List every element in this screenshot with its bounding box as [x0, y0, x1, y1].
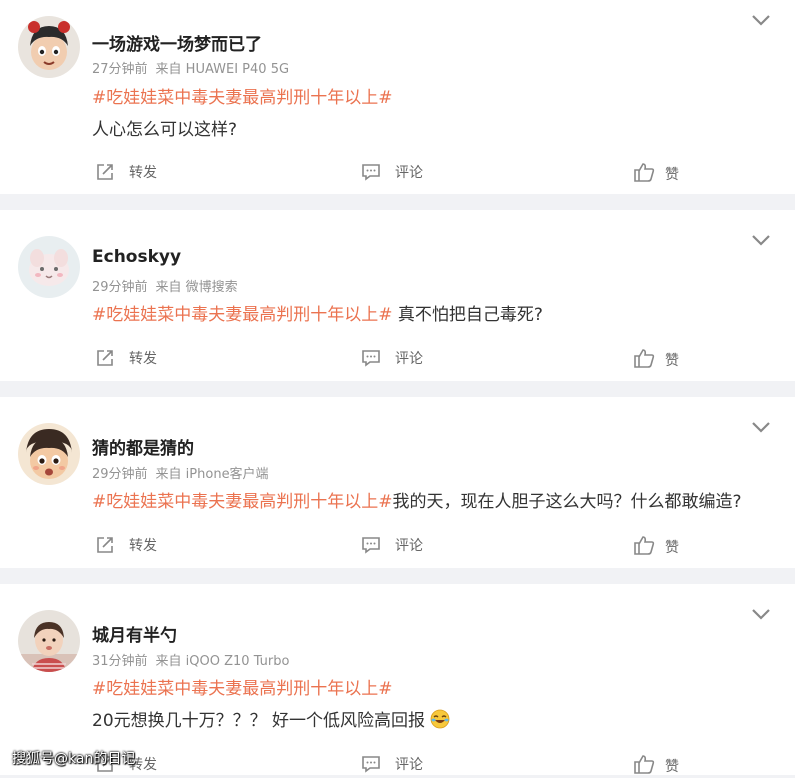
- chevron-down-icon[interactable]: [751, 233, 771, 247]
- post-text-line: 20元想换几十万？？？ 好一个低风险高回报: [92, 706, 450, 731]
- comment-button[interactable]: 评论: [361, 750, 423, 778]
- chevron-down-icon[interactable]: [751, 607, 771, 621]
- hashtag-link[interactable]: #吃娃娃菜中毒夫妻最高判刑十年以上#: [92, 679, 393, 699]
- post-time[interactable]: 27分钟前: [92, 62, 148, 77]
- avatar[interactable]: [18, 610, 80, 672]
- post-hashtag-line: #吃娃娃菜中毒夫妻最高判刑十年以上#: [92, 674, 393, 699]
- repost-icon: [97, 350, 113, 366]
- post-content: #吃娃娃菜中毒夫妻最高判刑十年以上# 真不怕把自己毒死?: [92, 300, 543, 325]
- post-content: #吃娃娃菜中毒夫妻最高判刑十年以上#我的天，现在人胆子这么大吗？什么都敢编造?: [92, 487, 742, 512]
- thumbs-up-icon: [634, 349, 655, 368]
- like-button[interactable]: 赞: [633, 344, 679, 372]
- comment-button[interactable]: 评论: [361, 344, 423, 372]
- like-label: 赞: [665, 540, 679, 556]
- post-card: 城月有半勺 31分钟前 来自 iQOO Z10 Turbo #吃娃娃菜中毒夫妻最高…: [0, 584, 795, 775]
- post-text: 我的天，现在人胆子这么大吗？什么都敢编造?: [392, 492, 742, 512]
- post-source: 来自 微博搜索: [155, 280, 238, 295]
- post-source: 来自 iQOO Z10 Turbo: [155, 654, 290, 669]
- repost-label: 转发: [129, 538, 157, 554]
- comment-label: 评论: [395, 757, 423, 773]
- like-label: 赞: [665, 759, 679, 775]
- comment-button[interactable]: 评论: [361, 531, 423, 559]
- comment-button[interactable]: 评论: [361, 158, 423, 186]
- post-text: 真不怕把自己毒死?: [392, 305, 543, 325]
- comment-label: 评论: [395, 538, 423, 554]
- comment-icon: [362, 756, 380, 773]
- repost-icon: [97, 537, 113, 553]
- like-button[interactable]: 赞: [633, 158, 679, 186]
- repost-button[interactable]: 转发: [95, 531, 157, 559]
- post-time[interactable]: 29分钟前: [92, 467, 148, 482]
- post-meta: 31分钟前 来自 iQOO Z10 Turbo: [92, 650, 289, 669]
- like-button[interactable]: 赞: [633, 750, 679, 778]
- like-button[interactable]: 赞: [633, 531, 679, 559]
- post-card: 一场游戏一场梦而已了 27分钟前 来自 HUAWEI P40 5G #吃娃娃菜中毒…: [0, 0, 795, 194]
- chevron-down-icon[interactable]: [751, 420, 771, 434]
- repost-button[interactable]: 转发: [95, 158, 157, 186]
- username[interactable]: 猜的都是猜的: [92, 434, 194, 459]
- thumbs-up-icon: [634, 755, 655, 774]
- avatar[interactable]: [18, 236, 80, 298]
- like-label: 赞: [665, 167, 679, 183]
- post-card: Echoskyy 29分钟前 来自 微博搜索 #吃娃娃菜中毒夫妻最高判刑十年以上#…: [0, 210, 795, 381]
- username[interactable]: Echoskyy: [92, 247, 181, 267]
- comment-label: 评论: [395, 165, 423, 181]
- post-card: 猜的都是猜的 29分钟前 来自 iPhone客户端 #吃娃娃菜中毒夫妻最高判刑十年…: [0, 397, 795, 568]
- repost-icon: [97, 164, 113, 180]
- comment-label: 评论: [395, 351, 423, 367]
- laughing-crying-emoji-icon: [431, 709, 450, 729]
- post-actions: 转发 评论 赞: [0, 158, 795, 186]
- post-source: 来自 HUAWEI P40 5G: [155, 62, 290, 77]
- repost-button[interactable]: 转发: [95, 344, 157, 372]
- post-actions: 转发 评论 赞: [0, 344, 795, 372]
- comment-icon: [362, 350, 380, 367]
- thumbs-up-icon: [634, 536, 655, 555]
- post-hashtag-line: #吃娃娃菜中毒夫妻最高判刑十年以上#: [92, 83, 393, 108]
- hashtag-link[interactable]: #吃娃娃菜中毒夫妻最高判刑十年以上#: [92, 492, 393, 512]
- post-time[interactable]: 29分钟前: [92, 280, 148, 295]
- post-text: 20元想换几十万？？？ 好一个低风险高回报: [92, 711, 426, 731]
- post-meta: 29分钟前 来自 微博搜索: [92, 276, 238, 295]
- hashtag-link[interactable]: #吃娃娃菜中毒夫妻最高判刑十年以上#: [92, 305, 393, 325]
- username[interactable]: 一场游戏一场梦而已了: [92, 30, 262, 55]
- repost-label: 转发: [129, 165, 157, 181]
- post-source: 来自 iPhone客户端: [155, 467, 269, 482]
- post-actions: 转发 评论 赞: [0, 531, 795, 559]
- post-time[interactable]: 31分钟前: [92, 654, 148, 669]
- post-meta: 29分钟前 来自 iPhone客户端: [92, 463, 269, 482]
- chevron-down-icon[interactable]: [751, 13, 771, 27]
- avatar[interactable]: [18, 423, 80, 485]
- hashtag-link[interactable]: #吃娃娃菜中毒夫妻最高判刑十年以上#: [92, 88, 393, 108]
- post-meta: 27分钟前 来自 HUAWEI P40 5G: [92, 58, 289, 77]
- avatar[interactable]: [18, 16, 80, 78]
- watermark: 搜狐号@kan的日记: [12, 751, 136, 767]
- comment-icon: [362, 537, 380, 554]
- post-text: 人心怎么可以这样?: [92, 120, 238, 140]
- comment-icon: [362, 164, 380, 181]
- thumbs-up-icon: [634, 163, 655, 182]
- username[interactable]: 城月有半勺: [92, 621, 177, 646]
- like-label: 赞: [665, 353, 679, 369]
- repost-label: 转发: [129, 351, 157, 367]
